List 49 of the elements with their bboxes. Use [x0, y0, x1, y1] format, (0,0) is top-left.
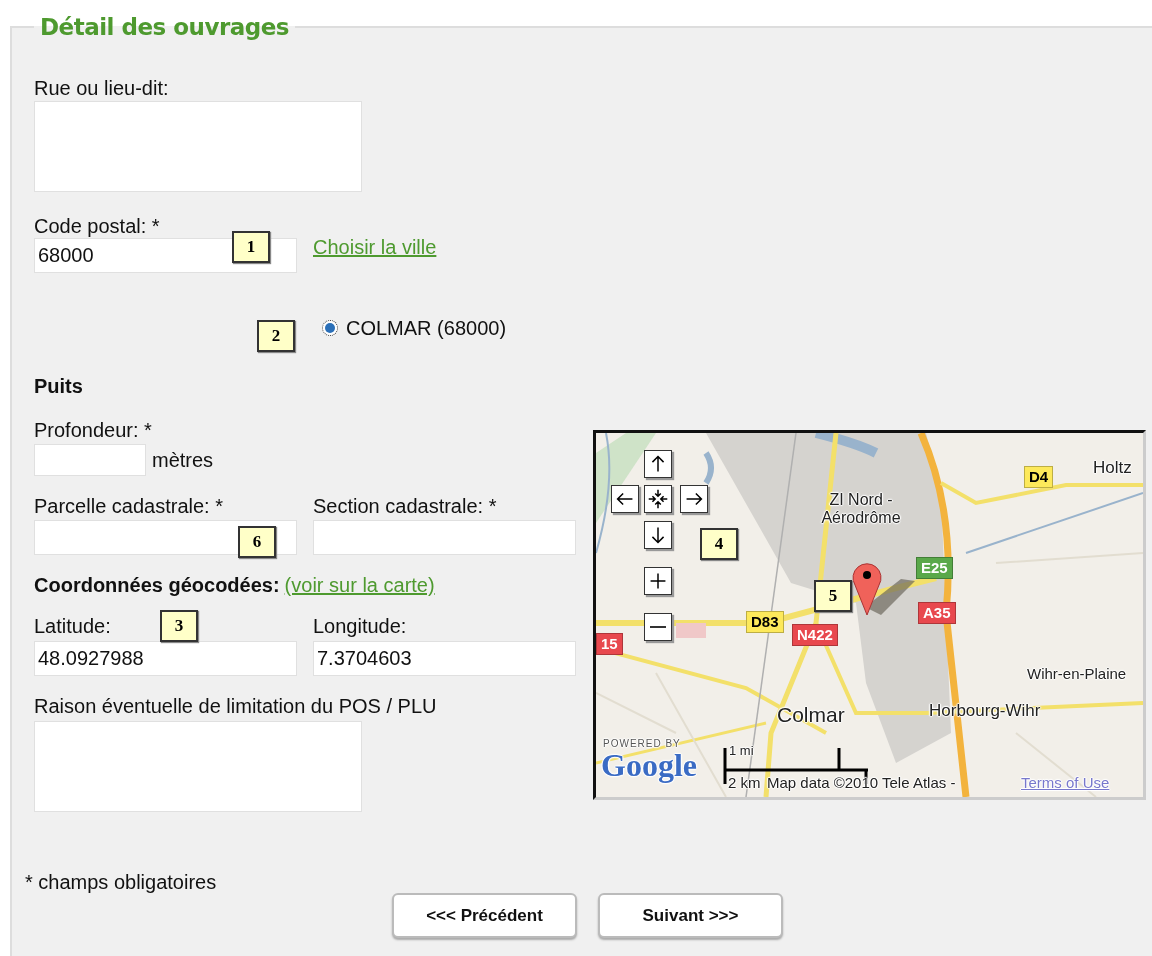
callout-number: 6: [238, 526, 276, 558]
terms-link[interactable]: Terms of Use: [1021, 774, 1110, 791]
field-label: Latitude:: [34, 614, 111, 638]
minus-icon: [649, 625, 667, 629]
section-title: Détail des ouvrages: [39, 14, 291, 40]
road-label: 15: [596, 633, 623, 655]
section-heading: Puits: [34, 374, 83, 398]
field-label: Longitude:: [313, 614, 407, 638]
road-label: D4: [1024, 466, 1054, 488]
road-label: E25: [916, 557, 953, 579]
next-button[interactable]: Suivant >>>: [598, 893, 783, 938]
city-option-label: COLMAR (68000): [346, 316, 507, 340]
field-label: Raison éventuelle de limitation du POS / PLU: [34, 694, 437, 718]
latitude-field[interactable]: 48.0927988: [34, 641, 297, 676]
road-label: A35: [918, 602, 956, 624]
scale-label: 2 km: [728, 774, 761, 791]
scale-label: 1 mi: [729, 743, 754, 758]
field-label: Parcelle cadastrale: *: [34, 494, 223, 518]
pan-reset-button[interactable]: [644, 485, 672, 513]
place-label: Horbourg-Wihr: [929, 701, 1041, 721]
pan-up-button[interactable]: [644, 450, 672, 478]
pan-left-button[interactable]: [611, 485, 639, 513]
zoom-in-button[interactable]: [644, 567, 672, 595]
section-field[interactable]: [313, 520, 576, 555]
callout-number: 4: [700, 528, 738, 560]
field-label: Profondeur: *: [34, 418, 152, 442]
callout-number: 5: [814, 580, 852, 612]
field-label: Rue ou lieu-dit:: [34, 76, 169, 100]
previous-button[interactable]: <<< Précédent: [392, 893, 577, 938]
place-label: Holtz: [1093, 458, 1132, 478]
callout-number: 2: [257, 320, 295, 352]
road-label: D83: [746, 611, 784, 633]
radio-button[interactable]: [322, 320, 338, 336]
zoom-out-button[interactable]: [644, 613, 672, 641]
place-label: Wihr-en-Plaine: [1027, 665, 1127, 682]
powered-by-text: POWERED BY: [603, 738, 681, 749]
google-logo: Google: [601, 747, 697, 784]
callout-number: 1: [232, 231, 270, 263]
field-label: Code postal: *: [34, 214, 160, 238]
pan-down-button[interactable]: [644, 521, 672, 549]
callout-number: 3: [160, 610, 198, 642]
pan-right-button[interactable]: [680, 485, 708, 513]
field-label: Section cadastrale: *: [313, 494, 497, 518]
longitude-field[interactable]: 7.3704603: [313, 641, 576, 676]
road-label: N422: [792, 624, 838, 646]
depth-field[interactable]: [34, 444, 146, 476]
unit-label: mètres: [152, 448, 214, 472]
required-note: * champs obligatoires: [25, 871, 217, 894]
section-heading: Coordonnées géocodées:: [34, 573, 280, 597]
